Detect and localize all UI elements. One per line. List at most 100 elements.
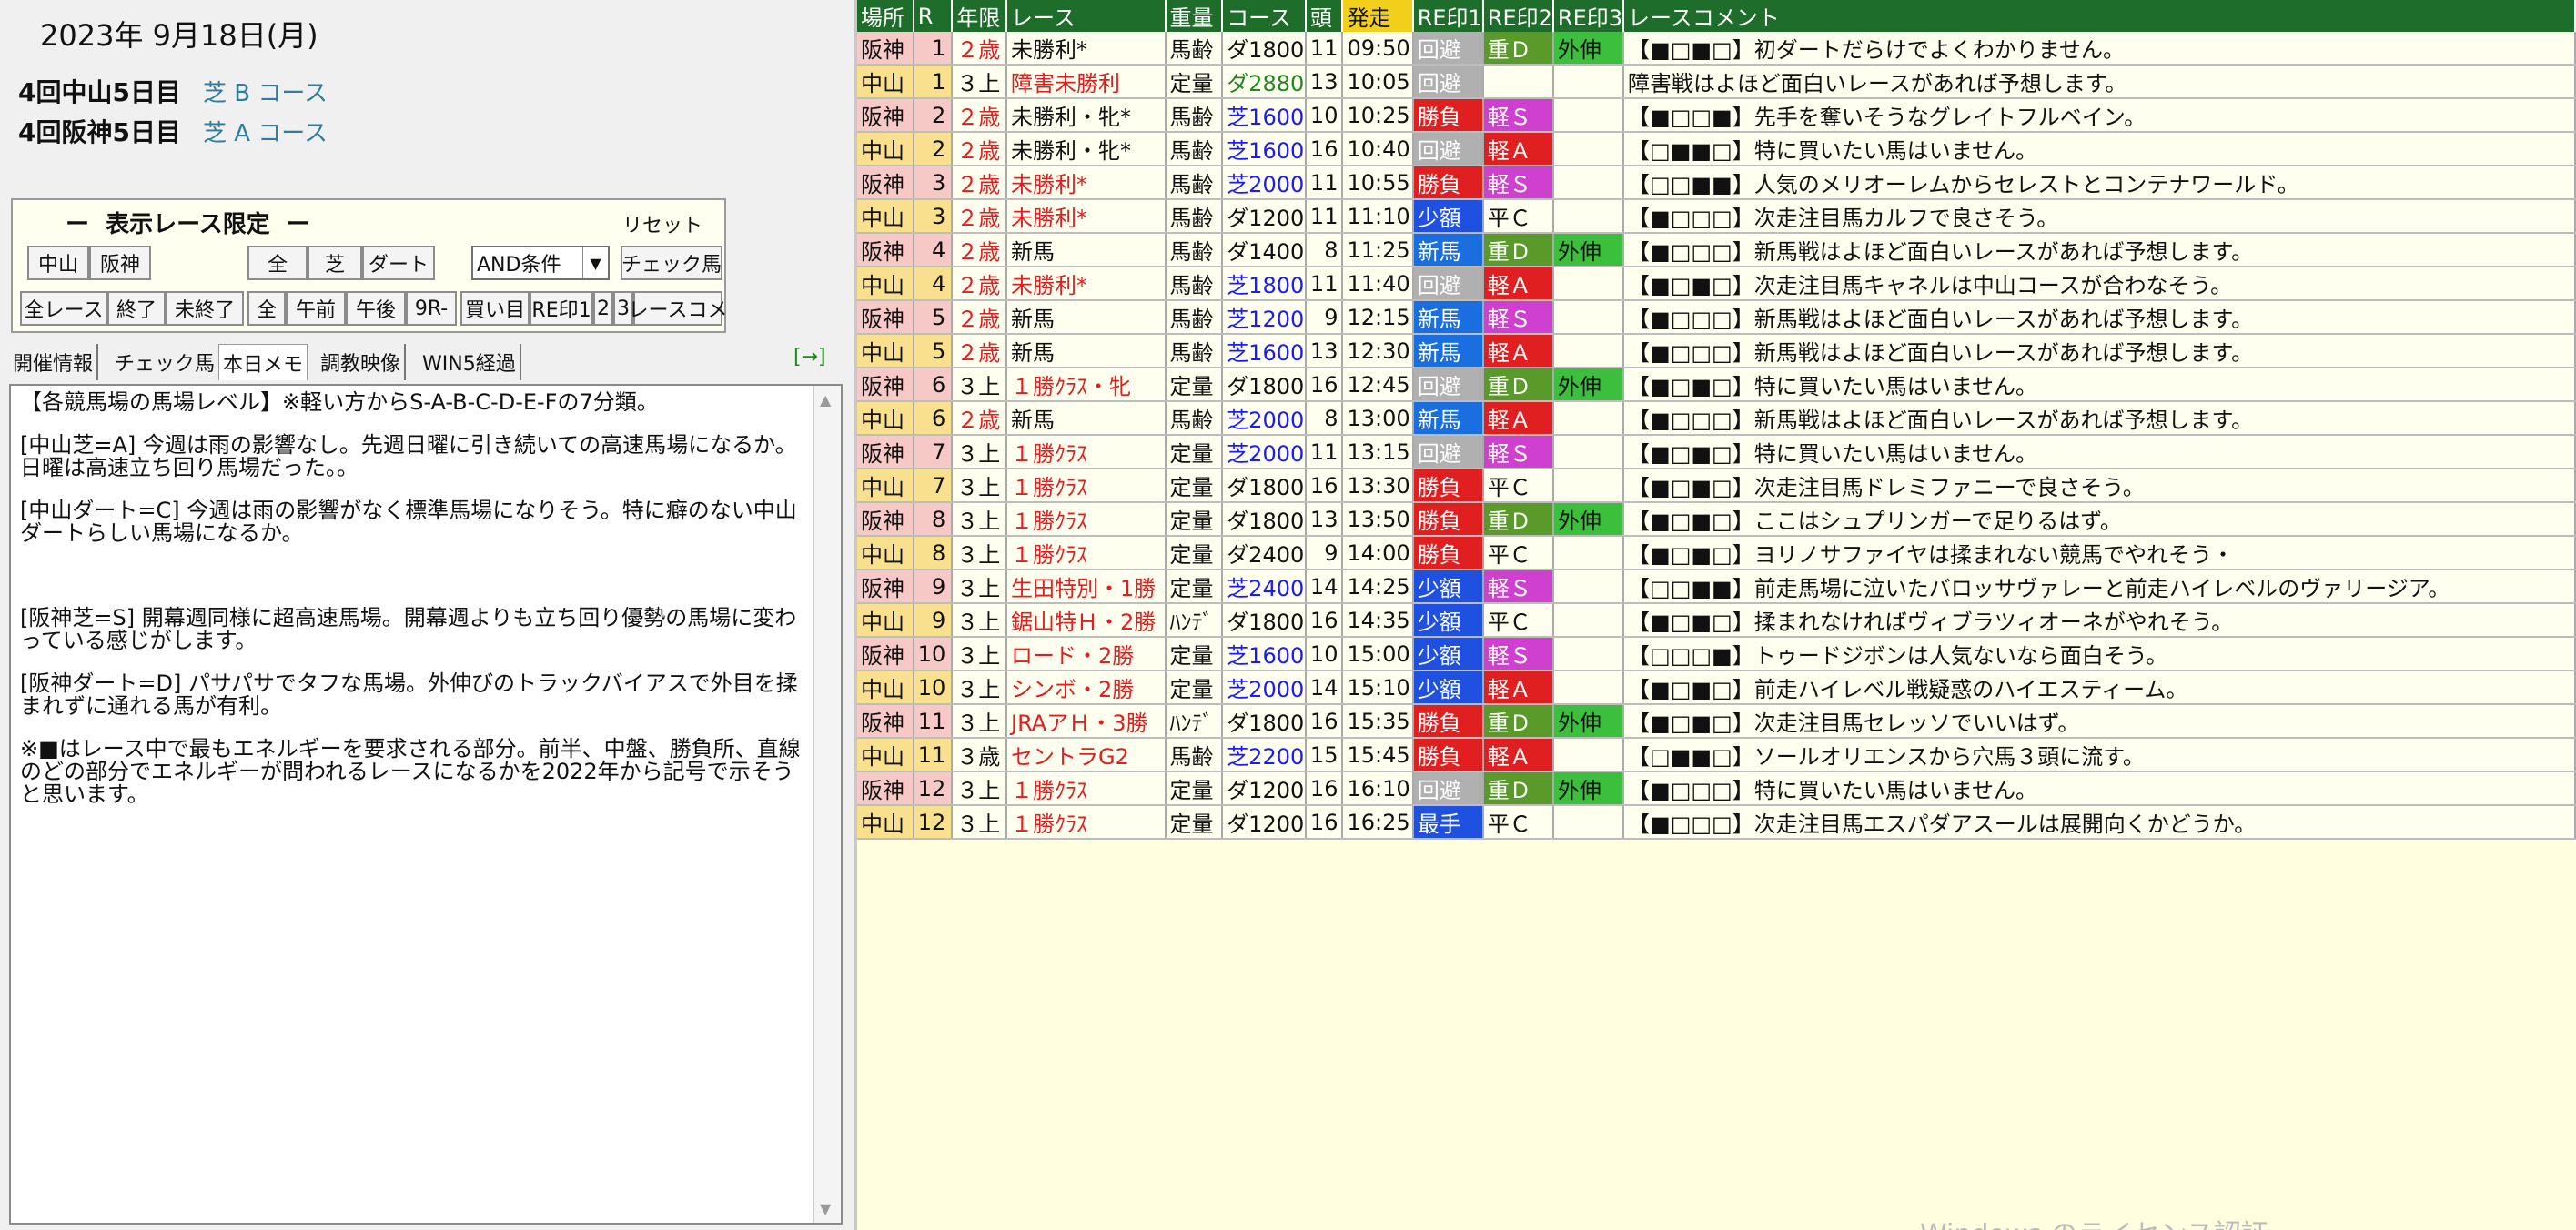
table-row[interactable]: 阪神 7 ３上 １勝ｸﾗｽ 定量 芝2000 11 13:15 回避 軽Ｓ 【■□■□】特に買いたい… <box>857 435 2576 469</box>
cell-place: 阪神 <box>857 233 914 267</box>
tab-meeting-info[interactable]: 開催情報 <box>9 344 99 380</box>
table-row[interactable]: 中山 4 ２歳 未勝利* 馬齢 芝1800 11 11:40 回避 軽Ａ 【■□■□】次走注目馬キャ… <box>857 267 2576 301</box>
column-header[interactable]: レース <box>1006 0 1167 32</box>
re-mark2-button[interactable]: 2 <box>593 291 613 326</box>
column-header[interactable]: 重量 <box>1165 0 1224 32</box>
column-header[interactable]: 場所 <box>857 0 914 32</box>
cell-course: 芝1600 <box>1222 334 1307 368</box>
table-row[interactable]: 阪神 9 ３上 生田特別・1勝 定量 芝2400 14 14:25 少額 軽Ｓ 【□□■■】前走馬場… <box>857 570 2576 604</box>
tab-training-video[interactable]: 調教映像 <box>317 344 407 380</box>
check-horse-button[interactable]: チェック馬 <box>621 246 722 280</box>
table-row[interactable]: 中山 9 ３上 鋸山特Ｈ・2勝 ﾊﾝﾃﾞ ダ1800 16 14:35 少額 平Ｃ 【■□■□】揉ま… <box>857 603 2576 638</box>
filter-pm-button[interactable]: 午後 <box>346 291 406 326</box>
expand-arrow-icon[interactable]: [→] <box>793 346 826 368</box>
table-row[interactable]: 中山 12 ３上 １勝ｸﾗｽ 定量 ダ1200 16 16:25 最手 平Ｃ 【■□□□】次走注目馬… <box>857 805 2576 840</box>
cell-place: 阪神 <box>857 166 914 200</box>
cell-time: 10:40 <box>1342 132 1414 166</box>
column-header[interactable]: RE印2 <box>1482 0 1554 32</box>
table-row[interactable]: 中山 7 ３上 １勝ｸﾗｽ 定量 ダ1800 16 13:30 勝負 平Ｃ 【■□■□】次走注目馬ド… <box>857 469 2576 503</box>
cell-course: ダ1200 <box>1222 199 1307 234</box>
table-row[interactable]: 中山 3 ２歳 未勝利* 馬齢 ダ1200 11 11:10 少額 平Ｃ 【■□□□】次走注目馬カル… <box>857 199 2576 234</box>
filter-dirt-button[interactable]: ダート <box>362 246 435 280</box>
filter-all-surface-button[interactable]: 全 <box>247 246 308 280</box>
table-row[interactable]: 中山 5 ２歳 新馬 馬齢 芝1600 13 12:30 新馬 軽Ａ 【■□□□】新馬戦はよほど面白… <box>857 334 2576 368</box>
memo-scrollbar[interactable]: ▲ ▼ <box>813 386 841 1223</box>
column-header[interactable]: 頭 <box>1305 0 1344 32</box>
cell-r3 <box>1552 805 1625 840</box>
cell-place: 阪神 <box>857 704 914 739</box>
filter-nakayama-button[interactable]: 中山 <box>27 246 89 280</box>
cell-r1: 勝負 <box>1412 704 1484 739</box>
condition-select[interactable]: AND条件 ▼ <box>471 246 610 280</box>
table-row[interactable]: 阪神 10 ３上 ロード・2勝 定量 芝1600 10 15:00 少額 軽Ｓ 【□□□■】トゥード… <box>857 637 2576 671</box>
tab-check-horse[interactable]: チェック馬 <box>111 344 221 380</box>
table-row[interactable]: 中山 2 ２歳 未勝利・牝* 馬齢 芝1600 16 10:40 回避 軽Ａ 【□■■□】特に買いた… <box>857 132 2576 166</box>
column-header[interactable]: R <box>913 0 954 32</box>
cell-r2: 重Ｄ <box>1482 32 1554 66</box>
memo-textarea[interactable]: 【各競馬場の馬場レベル】※軽い方からS-A-B-C-D-E-Fの7分類。 [中山… <box>9 384 843 1225</box>
cell-r1: 最手 <box>1412 805 1484 840</box>
table-header-row: 場所 R 年限 レース 重量 コース頭発走 RE印1 RE印2 RE印3 レースコメント <box>857 0 2576 32</box>
table-row[interactable]: 阪神 4 ２歳 新馬 馬齢 ダ1400 8 11:25 新馬 重Ｄ 外伸 【■□□□】新馬戦はよほど面… <box>857 233 2576 267</box>
cell-place: 阪神 <box>857 435 914 469</box>
memo-line: [中山芝=A] 今週は雨の影響なし。先週日曜に引き続いての高速馬場になるか。日曜… <box>20 432 797 480</box>
re-mark1-button[interactable]: RE印1 <box>530 291 593 326</box>
cell-r2: 軽Ａ <box>1482 401 1554 436</box>
filter-finished-button[interactable]: 終了 <box>107 291 166 326</box>
chevron-down-icon[interactable]: ▼ <box>582 247 608 278</box>
cell-weight: 定量 <box>1165 65 1224 99</box>
column-header[interactable]: 年限 <box>952 0 1008 32</box>
table-row[interactable]: 阪神 11 ３上 JRAアＨ・3勝 ﾊﾝﾃﾞ ダ1800 16 15:35 勝負 重Ｄ 外伸 【■□■… <box>857 704 2576 739</box>
filter-am-button[interactable]: 午前 <box>286 291 346 326</box>
column-header[interactable]: RE印3 <box>1552 0 1625 32</box>
cell-r1: 回避 <box>1412 132 1484 166</box>
cell-place: 阪神 <box>857 32 914 66</box>
cell-place: 阪神 <box>857 637 914 671</box>
table-row[interactable]: 中山 10 ３上 シンボ・2勝 定量 芝2000 14 15:10 少額 軽Ａ 【■□■□】前走ハイ… <box>857 670 2576 705</box>
filter-turf-button[interactable]: 芝 <box>308 246 362 280</box>
cell-heads: 16 <box>1305 771 1344 806</box>
cell-r2: 重Ｄ <box>1482 233 1554 267</box>
filter-hanshin-button[interactable]: 阪神 <box>89 246 151 280</box>
table-row[interactable]: 阪神 1 ２歳 未勝利* 馬齢 ダ1800 11 09:50 回避 重Ｄ 外伸 【■□■□】初ダートだ… <box>857 32 2576 66</box>
table-row[interactable]: 阪神 2 ２歳 未勝利・牝* 馬齢 芝1600 10 10:25 勝負 軽Ｓ 【■□□■】先手を奪い… <box>857 98 2576 133</box>
cell-weight: 定量 <box>1165 502 1224 537</box>
cell-r2: 重Ｄ <box>1482 771 1554 806</box>
cell-time: 16:10 <box>1342 771 1414 806</box>
cell-r3 <box>1552 738 1625 772</box>
cell-r2: 重Ｄ <box>1482 368 1554 402</box>
tab-win5[interactable]: WIN5経過 <box>419 344 521 380</box>
column-header[interactable]: 発走 <box>1342 0 1414 32</box>
scroll-down-icon[interactable]: ▼ <box>820 1200 831 1217</box>
left-panel: 2023年 9月18日(月) 4回中山5日目芝 B コース 4回阪神5日目芝 A… <box>0 0 854 1230</box>
info-tabs: 開催情報 チェック馬 本日メモ 調教映像 WIN5経過 [→] <box>9 344 843 382</box>
table-row[interactable]: 阪神 3 ２歳 未勝利* 馬齢 芝2000 11 10:55 勝負 軽Ｓ 【□□■■】人気のメリオー… <box>857 166 2576 200</box>
cell-r3 <box>1552 670 1625 705</box>
column-header[interactable]: RE印1 <box>1412 0 1484 32</box>
buy-tickets-button[interactable]: 買い目 <box>460 291 530 326</box>
filter-all-time-button[interactable]: 全 <box>247 291 286 326</box>
filter-all-races-button[interactable]: 全レース <box>20 291 107 326</box>
cell-weight: 馬齢 <box>1165 32 1224 66</box>
filter-reset-button[interactable]: リセット <box>622 209 702 238</box>
column-header[interactable]: コース <box>1222 0 1307 32</box>
table-row[interactable]: 中山 11 ３歳 セントラG2 馬齢 芝2200 15 15:45 勝負 軽Ａ 【□■■□】ソールオ… <box>857 738 2576 772</box>
table-row[interactable]: 中山 6 ２歳 新馬 馬齢 芝2000 8 13:00 新馬 軽Ａ 【■□□□】新馬戦はよほど面白い… <box>857 401 2576 436</box>
filter-9r-button[interactable]: 9R- <box>406 291 457 326</box>
table-row[interactable]: 阪神 12 ３上 １勝ｸﾗｽ 定量 ダ1200 16 16:10 回避 重Ｄ 外伸 【■□□□】特に買… <box>857 771 2576 806</box>
table-row[interactable]: 阪神 6 ３上 １勝ｸﾗｽ・牝 定量 ダ1800 16 12:45 回避 重Ｄ 外伸 【■□■□】特に… <box>857 368 2576 402</box>
tab-today-memo[interactable]: 本日メモ <box>218 344 308 380</box>
meeting-nakayama[interactable]: 4回中山5日目芝 B コース <box>18 73 328 109</box>
race-comment-button[interactable]: レースコメ <box>629 291 727 326</box>
table-row[interactable]: 中山 8 ３上 １勝ｸﾗｽ 定量 ダ2400 9 14:00 勝負 平Ｃ 【■□■□】ヨリノサファイ… <box>857 536 2576 570</box>
scroll-up-icon[interactable]: ▲ <box>820 391 831 408</box>
column-header[interactable]: レースコメント <box>1623 0 2576 32</box>
table-row[interactable]: 阪神 5 ２歳 新馬 馬齢 芝1200 9 12:15 新馬 軽Ｓ 【■□□□】新馬戦はよほど面白い… <box>857 300 2576 335</box>
cell-place: 中山 <box>857 805 914 840</box>
meeting-hanshin[interactable]: 4回阪神5日目芝 A コース <box>18 113 328 149</box>
cell-age: ３歳 <box>952 738 1008 772</box>
table-row[interactable]: 阪神 8 ３上 １勝ｸﾗｽ 定量 ダ1800 13 13:50 勝負 重Ｄ 外伸 【■□■□】ここはシ… <box>857 502 2576 537</box>
cell-r3 <box>1552 98 1625 133</box>
filter-unfinished-button[interactable]: 未終了 <box>166 291 244 326</box>
table-row[interactable]: 中山 1 ３上 障害未勝利 定量 ダ2880 13 10:05 回避 障害戦はよほど面白いレースが… <box>857 65 2576 99</box>
